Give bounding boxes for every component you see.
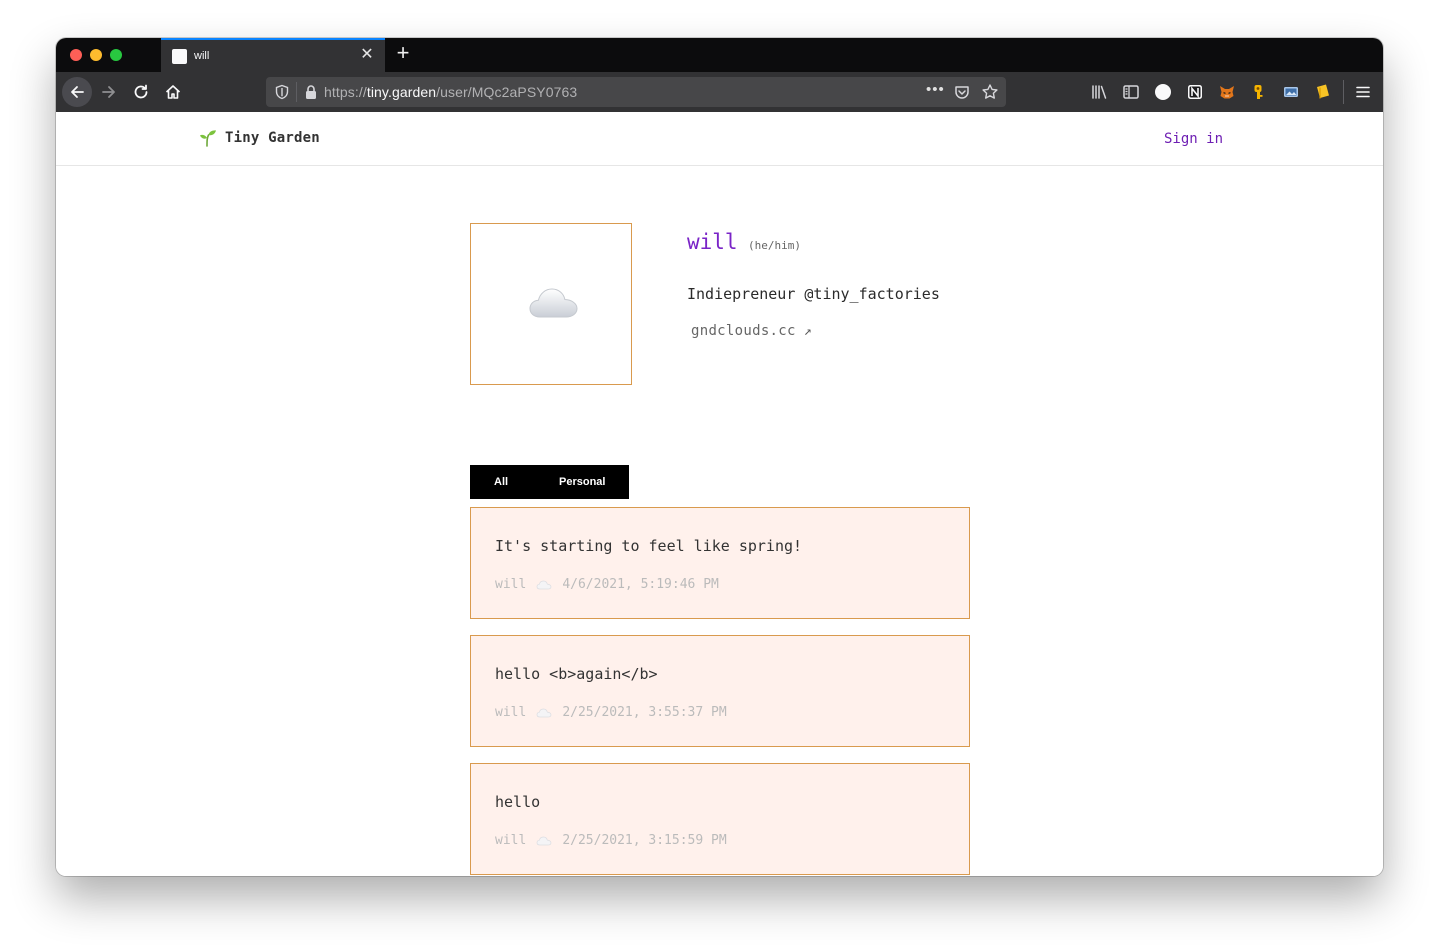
sign-in-link[interactable]: Sign in [1164, 131, 1223, 147]
post-timestamp: 4/6/2021, 5:19:46 PM [562, 577, 719, 592]
toolbar-divider [1343, 80, 1344, 104]
new-tab-button[interactable]: + [393, 42, 413, 66]
arrow-right-icon [102, 86, 115, 98]
profile-pronouns: (he/him) [748, 239, 801, 252]
key-extension-icon[interactable] [1250, 83, 1268, 101]
post-meta: will 2/25/2021, 3:55:37 PM [495, 705, 727, 720]
address-bar-divider [296, 82, 297, 102]
white-circle-extension-icon[interactable] [1154, 83, 1172, 101]
cloud-avatar-icon [529, 288, 578, 318]
url-path: /user/MQc2aPSY0763 [436, 84, 578, 100]
post-author[interactable]: will [495, 705, 526, 720]
profile-website-link[interactable]: gndclouds.cc ↗ [691, 323, 812, 339]
post-text: hello <b>again</b> [495, 665, 658, 683]
close-window-button[interactable] [70, 49, 82, 61]
post-card[interactable]: hello will 2/25/2021, 3:15:59 PM [470, 763, 970, 875]
sprout-icon [200, 130, 216, 147]
minimize-window-button[interactable] [90, 49, 102, 61]
browser-window: will ✕ + https://tiny.garden/user/MQc2aP… [56, 38, 1383, 876]
cloud-icon [536, 708, 552, 717]
url-text[interactable]: https://tiny.garden/user/MQc2aPSY0763 [324, 84, 577, 100]
navigation-toolbar: https://tiny.garden/user/MQc2aPSY0763 ••… [56, 72, 1383, 112]
reload-button[interactable] [127, 78, 155, 106]
zoom-window-button[interactable] [110, 49, 122, 61]
cloud-icon [536, 836, 552, 845]
library-icon[interactable] [1090, 83, 1108, 101]
web-page: Tiny Garden Sign in will (he/him) Indiep… [56, 112, 1383, 876]
home-button[interactable] [159, 78, 187, 106]
back-button[interactable] [62, 77, 92, 107]
screenshot-extension-icon[interactable] [1282, 83, 1300, 101]
window-controls [70, 49, 122, 61]
notes-extension-icon[interactable] [1314, 83, 1332, 101]
reload-icon [134, 84, 148, 99]
site-brand[interactable]: Tiny Garden [199, 129, 320, 147]
post-card[interactable]: hello <b>again</b> will 2/25/2021, 3:55:… [470, 635, 970, 747]
post-filter-tabs: All Personal [470, 465, 629, 499]
cloud-icon [536, 580, 552, 589]
url-host: tiny.garden [366, 84, 437, 100]
page-actions-icon[interactable]: ••• [926, 81, 945, 98]
notion-icon[interactable] [1186, 83, 1204, 101]
forward-button[interactable] [95, 78, 123, 106]
post-card[interactable]: It's starting to feel like spring! will … [470, 507, 970, 619]
post-meta: will 2/25/2021, 3:15:59 PM [495, 833, 727, 848]
post-text: It's starting to feel like spring! [495, 537, 803, 555]
post-author[interactable]: will [495, 833, 526, 848]
tab-all[interactable]: All [494, 476, 508, 488]
tab-strip: will ✕ + [56, 38, 1383, 72]
post-timestamp: 2/25/2021, 3:15:59 PM [562, 833, 727, 848]
external-link-icon: ↗ [803, 323, 812, 339]
bookmark-star-icon[interactable] [981, 83, 999, 101]
tracking-shield-icon[interactable] [274, 84, 290, 100]
post-meta: will 4/6/2021, 5:19:46 PM [495, 577, 719, 592]
sidebar-icon[interactable] [1122, 83, 1140, 101]
tab-personal[interactable]: Personal [559, 476, 605, 488]
profile-website: gndclouds.cc [691, 323, 796, 339]
pocket-icon[interactable] [954, 84, 970, 100]
arrow-left-icon [71, 86, 84, 98]
site-header: Tiny Garden Sign in [56, 112, 1383, 166]
metamask-fox-icon[interactable] [1218, 83, 1236, 101]
url-scheme: https:// [324, 84, 367, 100]
lock-icon[interactable] [304, 84, 318, 100]
tab-title: will [194, 50, 210, 62]
close-tab-icon[interactable]: ✕ [357, 45, 377, 65]
profile-name: will [687, 230, 738, 254]
post-author[interactable]: will [495, 577, 526, 592]
hamburger-menu-icon[interactable] [1354, 83, 1372, 101]
brand-name: Tiny Garden [225, 130, 320, 146]
favicon-icon [172, 48, 187, 64]
post-text: hello [495, 793, 541, 811]
address-bar[interactable]: https://tiny.garden/user/MQc2aPSY0763 ••… [266, 77, 1006, 107]
post-timestamp: 2/25/2021, 3:55:37 PM [562, 705, 727, 720]
profile-bio: Indiepreneur @tiny_factories [687, 285, 940, 303]
browser-tab[interactable]: will ✕ [161, 38, 385, 72]
home-icon [165, 85, 181, 99]
avatar-frame [470, 223, 632, 385]
